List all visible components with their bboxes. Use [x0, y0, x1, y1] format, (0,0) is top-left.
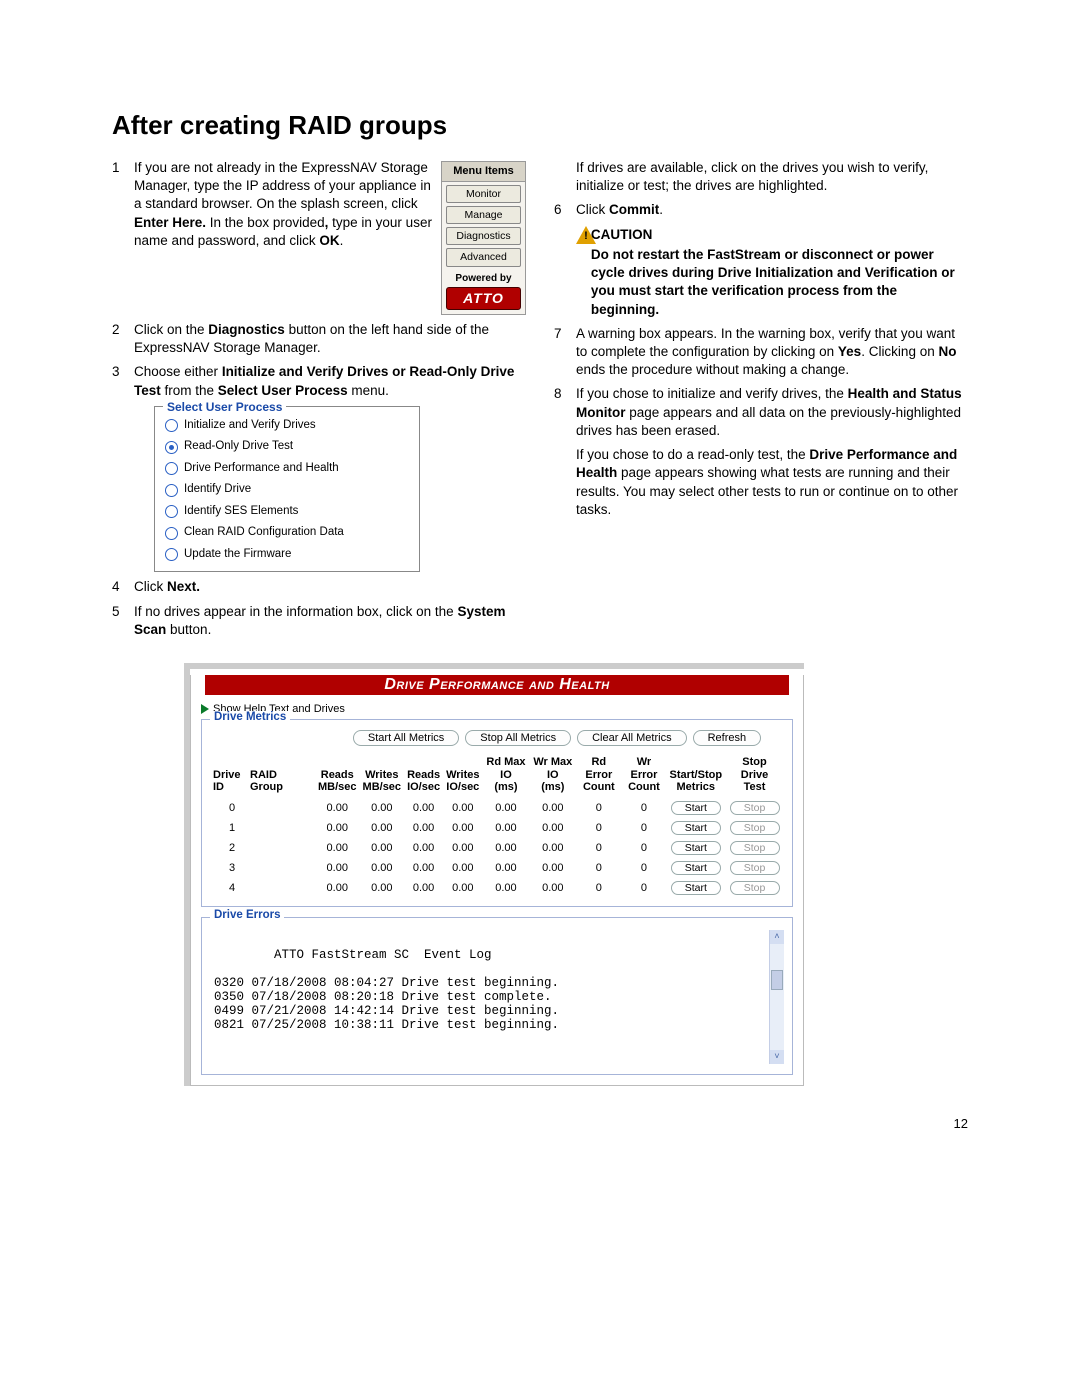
- step-5-continuation: If drives are available, click on the dr…: [576, 159, 968, 195]
- step-5: 5 If no drives appear in the information…: [112, 603, 526, 639]
- radio-icon: [165, 484, 178, 497]
- table-row: 40.000.000.000.000.000.0000StartStop: [210, 878, 784, 898]
- step-4: 4 Click Next.: [112, 578, 526, 596]
- column-header: ReadsMB/sec: [315, 756, 360, 798]
- event-log: ATTO FastStream SC Event Log 0320 07/18/…: [210, 928, 784, 1066]
- stop-drive-test-button[interactable]: Stop: [730, 881, 780, 895]
- menu-manage[interactable]: Manage: [446, 206, 521, 224]
- column-header: WritesIO/sec: [443, 756, 482, 798]
- column-header: ReadsIO/sec: [404, 756, 443, 798]
- radio-label: Initialize and Verify Drives: [184, 418, 316, 434]
- scrollbar[interactable]: ˄ ˅: [769, 930, 784, 1064]
- radio-label: Identify SES Elements: [184, 504, 298, 520]
- drive-errors-panel: Drive Errors ATTO FastStream SC Event Lo…: [201, 917, 793, 1075]
- radio-label: Clean RAID Configuration Data: [184, 525, 344, 541]
- left-column: Menu Items Monitor Manage Diagnostics Ad…: [112, 159, 526, 645]
- stop-drive-test-button[interactable]: Stop: [730, 861, 780, 875]
- column-header: RAIDGroup: [247, 756, 315, 798]
- powered-by-label: Powered by: [442, 270, 525, 286]
- radio-option[interactable]: Identify Drive: [163, 479, 411, 501]
- menu-advanced[interactable]: Advanced: [446, 248, 521, 266]
- radio-icon: [165, 505, 178, 518]
- scroll-up-icon[interactable]: ˄: [770, 930, 784, 944]
- refresh-button[interactable]: Refresh: [693, 730, 762, 746]
- start-all-metrics-button[interactable]: Start All Metrics: [353, 730, 459, 746]
- step-7: 7 A warning box appears. In the warning …: [554, 325, 968, 380]
- radio-option[interactable]: Initialize and Verify Drives: [163, 415, 411, 437]
- drive-metrics-table: DriveIDRAIDGroupReadsMB/secWritesMB/secR…: [210, 756, 784, 898]
- radio-label: Read-Only Drive Test: [184, 439, 293, 455]
- radio-label: Identify Drive: [184, 482, 251, 498]
- stop-all-metrics-button[interactable]: Stop All Metrics: [465, 730, 571, 746]
- atto-logo: ATTO: [446, 287, 521, 310]
- radio-option[interactable]: Clean RAID Configuration Data: [163, 522, 411, 544]
- drive-metrics-legend: Drive Metrics: [210, 711, 290, 723]
- step-6: 6 Click Commit.: [554, 201, 968, 219]
- radio-icon: [165, 527, 178, 540]
- radio-label: Update the Firmware: [184, 547, 291, 563]
- menu-items-figure: Menu Items Monitor Manage Diagnostics Ad…: [441, 161, 526, 315]
- column-header: Rd Max IO(ms): [483, 756, 530, 798]
- column-header: Rd ErrorCount: [576, 756, 621, 798]
- column-header: Wr Max IO(ms): [529, 756, 576, 798]
- drive-errors-legend: Drive Errors: [210, 909, 284, 921]
- caution-title: CAUTION: [591, 226, 968, 244]
- step-3: 3 Choose either Initialize and Verify Dr…: [112, 363, 526, 399]
- radio-option[interactable]: Drive Performance and Health: [163, 458, 411, 480]
- radio-option[interactable]: Update the Firmware: [163, 544, 411, 566]
- right-column: If drives are available, click on the dr…: [554, 159, 968, 645]
- radio-icon: [165, 441, 178, 454]
- page-number: 12: [112, 1116, 968, 1131]
- caution-text: Do not restart the FastStream or disconn…: [591, 246, 968, 319]
- table-row: 20.000.000.000.000.000.0000StartStop: [210, 838, 784, 858]
- stop-drive-test-button[interactable]: Stop: [730, 801, 780, 815]
- radio-option[interactable]: Read-Only Drive Test: [163, 436, 411, 458]
- play-icon: [201, 704, 209, 714]
- dph-title: Drive Performance and Health: [205, 675, 789, 695]
- start-metrics-button[interactable]: Start: [671, 821, 721, 835]
- column-header: Start/StopMetrics: [667, 756, 726, 798]
- scroll-thumb[interactable]: [771, 970, 783, 990]
- stop-drive-test-button[interactable]: Stop: [730, 841, 780, 855]
- clear-all-metrics-button[interactable]: Clear All Metrics: [577, 730, 686, 746]
- start-metrics-button[interactable]: Start: [671, 801, 721, 815]
- stop-drive-test-button[interactable]: Stop: [730, 821, 780, 835]
- step-1: 1 If you are not already in the ExpressN…: [112, 159, 435, 250]
- start-metrics-button[interactable]: Start: [671, 841, 721, 855]
- drive-performance-health-figure: Drive Performance and Health Show Help T…: [184, 663, 804, 1086]
- column-header: Wr ErrorCount: [621, 756, 666, 798]
- start-metrics-button[interactable]: Start: [671, 861, 721, 875]
- table-row: 10.000.000.000.000.000.0000StartStop: [210, 818, 784, 838]
- start-metrics-button[interactable]: Start: [671, 881, 721, 895]
- drive-metrics-panel: Drive Metrics Start All Metrics Stop All…: [201, 719, 793, 907]
- column-header: DriveID: [210, 756, 247, 798]
- menu-monitor[interactable]: Monitor: [446, 185, 521, 203]
- step-8: 8 If you chose to initialize and verify …: [554, 385, 968, 440]
- table-row: 30.000.000.000.000.000.0000StartStop: [210, 858, 784, 878]
- radio-icon: [165, 419, 178, 432]
- radio-icon: [165, 462, 178, 475]
- page-heading: After creating RAID groups: [112, 110, 968, 141]
- caution-block: ! CAUTION Do not restart the FastStream …: [576, 226, 968, 319]
- column-header: WritesMB/sec: [360, 756, 405, 798]
- column-header: Stop DriveTest: [725, 756, 784, 798]
- menu-diagnostics[interactable]: Diagnostics: [446, 227, 521, 245]
- select-user-process-panel: Select User Process Initialize and Verif…: [154, 406, 420, 573]
- select-user-process-legend: Select User Process: [163, 399, 286, 415]
- menu-header: Menu Items: [442, 162, 525, 182]
- radio-option[interactable]: Identify SES Elements: [163, 501, 411, 523]
- scroll-down-icon[interactable]: ˅: [770, 1050, 784, 1064]
- step-8-continuation: If you chose to do a read-only test, the…: [576, 446, 968, 519]
- radio-label: Drive Performance and Health: [184, 461, 339, 477]
- warning-icon: !: [576, 226, 583, 244]
- table-row: 00.000.000.000.000.000.0000StartStop: [210, 798, 784, 818]
- step-2: 2 Click on the Diagnostics button on the…: [112, 321, 526, 357]
- radio-icon: [165, 548, 178, 561]
